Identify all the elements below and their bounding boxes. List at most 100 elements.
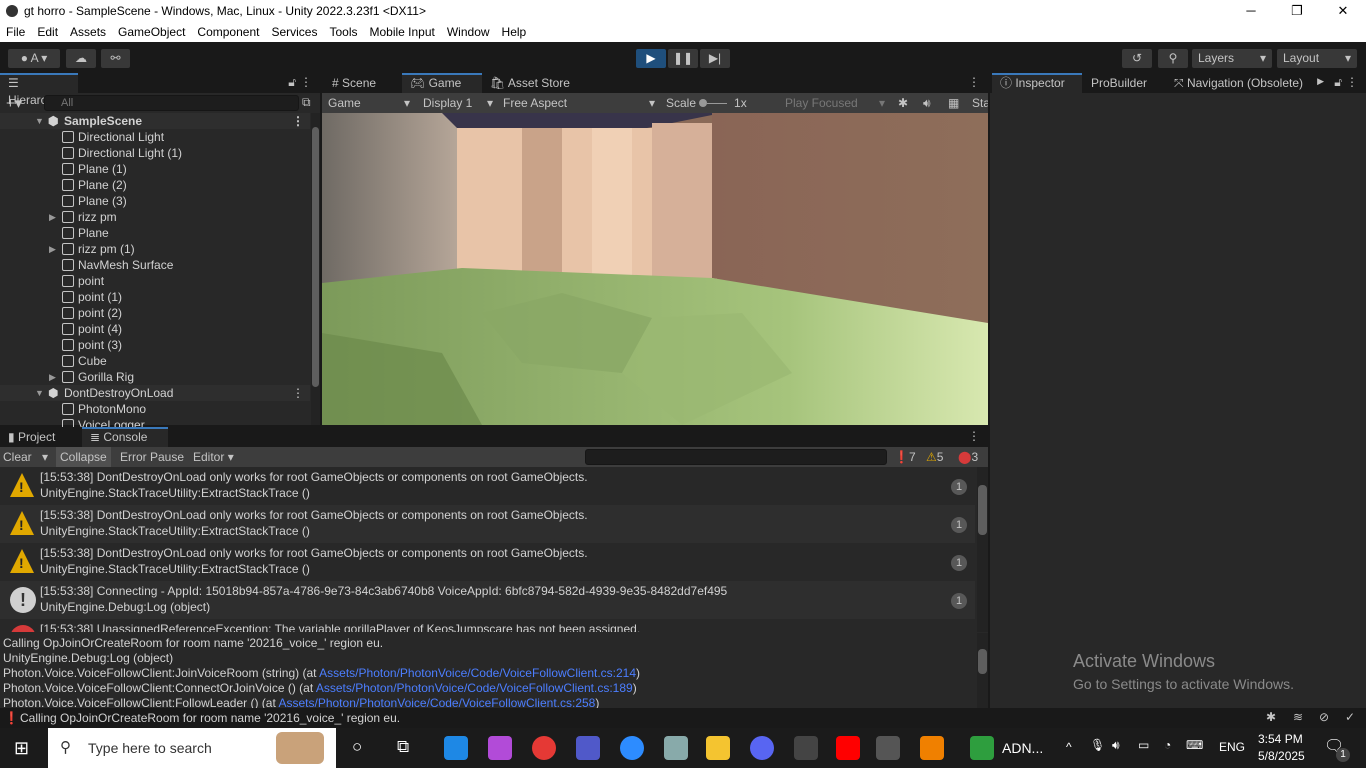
more-icon[interactable]: ⋮ (968, 429, 980, 443)
clock-date[interactable]: 5/8/2025 (1258, 749, 1305, 763)
log-list-scrollbar[interactable] (977, 467, 988, 632)
lock-icon[interactable]: 🔓︎ (1334, 75, 1342, 90)
discord-icon[interactable] (750, 736, 774, 760)
game-mode-dropdown[interactable]: Game ▾ (324, 93, 414, 113)
edge-icon[interactable] (444, 736, 468, 760)
more-icon[interactable]: ⋮ (292, 113, 304, 129)
tab-navigation[interactable]: ⤧ Navigation (Obsolete) (1166, 73, 1311, 93)
hierarchy-item[interactable]: Plane (3) (0, 193, 310, 209)
hierarchy-scrollbar[interactable] (311, 113, 320, 425)
console-entry[interactable]: [15:53:38] DontDestroyOnLoad only works … (0, 543, 975, 581)
collab-icon[interactable]: ⚯ (101, 49, 130, 68)
hierarchy-item[interactable]: ▶ rizz pm (1) (0, 241, 310, 257)
battery-icon[interactable]: ▭ (1138, 738, 1149, 752)
hierarchy-item[interactable]: point (0, 273, 310, 289)
clear-options-dropdown[interactable]: ▾ (38, 447, 52, 467)
expand-arrow-icon[interactable]: ▼ (35, 385, 44, 401)
cloud-icon[interactable]: ☁ (66, 49, 96, 68)
hierarchy-item[interactable]: ▶ rizz pm (0, 209, 310, 225)
tab-scene[interactable]: # Scene (324, 73, 384, 93)
chrome-icon[interactable] (532, 736, 556, 760)
clock-time[interactable]: 3:54 PM (1258, 732, 1303, 746)
menu-item-gameobject[interactable]: GameObject (112, 25, 191, 39)
menu-item-help[interactable]: Help (496, 25, 533, 39)
maximize-button[interactable]: ❐ (1274, 0, 1320, 22)
more-icon[interactable]: ⋮ (292, 385, 304, 401)
tab-hierarchy[interactable]: ☰ Hierarchy (0, 73, 78, 107)
console-entry[interactable]: [15:53:38] DontDestroyOnLoad only works … (0, 467, 975, 505)
tab-console[interactable]: ≣ Console (82, 427, 168, 447)
error-filter-toggle[interactable]: ⬤3 (954, 447, 982, 467)
layout-dropdown[interactable]: Layout ▾ (1277, 49, 1357, 68)
more-icon[interactable]: ⋮ (968, 75, 980, 89)
scene-row[interactable]: ▼ ⬢ DontDestroyOnLoad ⋮ (0, 385, 310, 401)
display-dropdown[interactable]: Display 1 ▾ (419, 93, 497, 113)
tab-inspector[interactable]: ⓘ Inspector (992, 73, 1082, 93)
warning-filter-toggle[interactable]: ⚠5 (922, 447, 947, 467)
hierarchy-item[interactable]: PhotonMono (0, 401, 310, 417)
more-icon[interactable]: ⋮ (300, 75, 312, 89)
youtube-icon[interactable] (836, 736, 860, 760)
keyboard-icon[interactable]: ⌨ (1186, 738, 1203, 752)
menu-item-edit[interactable]: Edit (31, 25, 64, 39)
source-link[interactable]: Assets/Photon/PhotonVoice/Code/VoiceFoll… (319, 666, 636, 680)
menu-item-mobile-input[interactable]: Mobile Input (363, 25, 440, 39)
clear-button[interactable]: Clear (0, 447, 35, 467)
expand-arrow-icon[interactable]: ▼ (35, 113, 44, 129)
expand-arrow-icon[interactable]: ▶ (49, 241, 56, 257)
hierarchy-item[interactable]: Plane (0, 225, 310, 241)
debug-mode-icon[interactable]: ✱ (1266, 710, 1276, 724)
tab-overflow-arrow-icon[interactable]: ▶ (1317, 76, 1324, 87)
bug-icon[interactable]: ✱ (894, 93, 912, 113)
source-link[interactable]: Assets/Photon/PhotonVoice/Code/VoiceFoll… (316, 681, 633, 695)
console-entry[interactable]: [15:53:38] DontDestroyOnLoad only works … (0, 505, 975, 543)
menu-item-component[interactable]: Component (191, 25, 265, 39)
stats-button[interactable]: Sta (968, 93, 988, 113)
scene-row[interactable]: ▼ ⬢ SampleScene ⋮ (0, 113, 310, 129)
play-button[interactable]: ▶ (636, 49, 666, 68)
lock-icon[interactable]: 🔓︎ (288, 75, 296, 90)
menu-item-window[interactable]: Window (441, 25, 496, 39)
hierarchy-item[interactable]: point (4) (0, 321, 310, 337)
language-indicator[interactable]: ENG (1219, 740, 1245, 754)
audio-icon[interactable]: 🔊︎ (919, 93, 935, 113)
add-icon[interactable]: +▾ (6, 94, 22, 112)
scale-slider[interactable]: Scale 1x (662, 93, 780, 113)
tab-asset-store[interactable]: 🛍︎ Asset Store (482, 73, 578, 93)
hierarchy-item[interactable]: Directional Light (0, 129, 310, 145)
menu-item-file[interactable]: File (0, 25, 31, 39)
microphone-icon[interactable]: 🎙︎ (1090, 738, 1105, 752)
adn-app-label[interactable]: ADN... (1002, 740, 1043, 756)
hierarchy-search-input[interactable] (44, 95, 299, 111)
volume-icon[interactable]: 🔊︎ (1112, 738, 1120, 753)
tab-game[interactable]: 🎮︎ Game (402, 73, 482, 93)
detail-scrollbar[interactable] (977, 633, 988, 708)
hierarchy-item[interactable]: point (3) (0, 337, 310, 353)
wifi-icon[interactable]: ◔ (1164, 738, 1171, 752)
windows-start-icon[interactable]: ⊞ (14, 738, 29, 759)
show-hidden-icons-chevron-icon[interactable]: ^ (1066, 740, 1072, 754)
status-message[interactable]: Calling OpJoinOrCreateRoom for room name… (20, 711, 400, 725)
menu-item-assets[interactable]: Assets (64, 25, 112, 39)
hierarchy-item[interactable]: Cube (0, 353, 310, 369)
play-focused-dropdown[interactable]: Play Focused ▾ (781, 93, 889, 113)
expand-arrow-icon[interactable]: ▶ (49, 209, 56, 225)
auto-generate-lighting-icon[interactable]: ⊘ (1319, 710, 1329, 724)
step-button[interactable]: ▶| (700, 49, 730, 68)
console-entry[interactable]: ! [15:53:38] Connecting - AppId: 15018b94… (0, 581, 975, 619)
cache-server-icon[interactable]: ≋ (1293, 710, 1303, 724)
expand-arrow-icon[interactable]: ▶ (49, 369, 56, 385)
error-pause-toggle[interactable]: Error Pause (116, 447, 188, 467)
zoom-icon[interactable] (620, 736, 644, 760)
gizmos-grid-icon[interactable]: ▦ (944, 93, 963, 113)
history-icon[interactable]: ↺ (1122, 49, 1152, 68)
progress-check-icon[interactable]: ✓ (1345, 710, 1355, 724)
menu-item-tools[interactable]: Tools (323, 25, 363, 39)
collapse-toggle[interactable]: Collapse (56, 447, 111, 467)
photos-icon[interactable] (664, 736, 688, 760)
mouse-app-icon[interactable] (794, 736, 818, 760)
hierarchy-item[interactable]: Plane (1) (0, 161, 310, 177)
minimize-button[interactable]: ─ (1228, 0, 1274, 22)
console-entry[interactable]: [15:53:38] UnassignedReferenceException:… (0, 619, 975, 632)
task-view-icon[interactable]: ⧉ (397, 737, 409, 757)
